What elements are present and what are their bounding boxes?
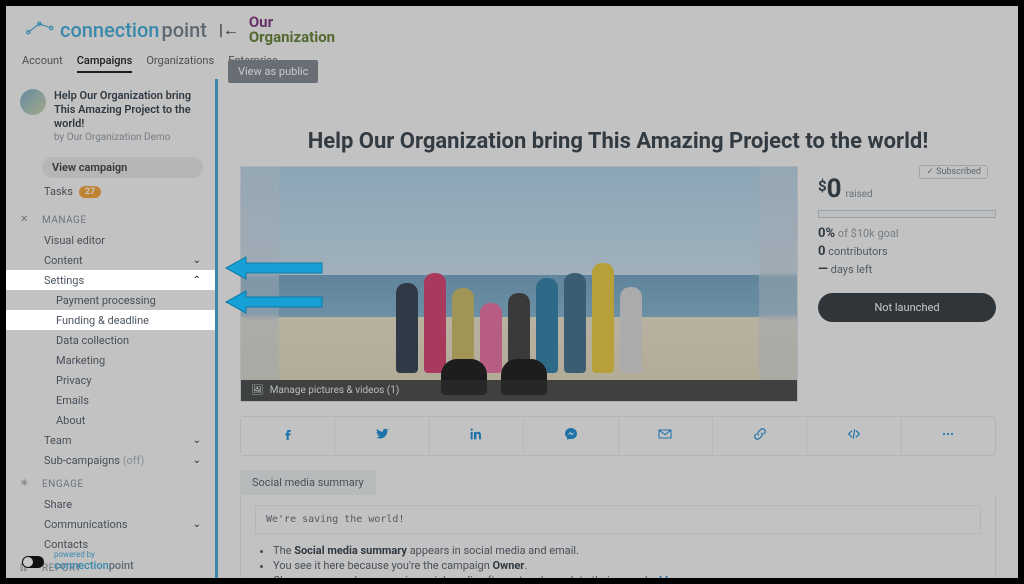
- share-embed[interactable]: [807, 417, 901, 455]
- campaign-by: by Our Organization Demo: [54, 132, 201, 143]
- campaign-thumbnail: [20, 89, 46, 115]
- share-twitter[interactable]: [335, 417, 429, 455]
- sidebar-item-team[interactable]: Team⌄: [6, 430, 215, 450]
- sidebar-item-settings[interactable]: Settings⌃: [6, 270, 215, 290]
- sidebar-item-privacy[interactable]: Privacy: [6, 370, 215, 390]
- brand-logo[interactable]: connectionpoint: [14, 14, 217, 46]
- progress-bar: [818, 210, 996, 218]
- launch-status-button[interactable]: Not launched: [818, 293, 996, 322]
- tasks-count-badge: 27: [79, 186, 101, 198]
- main-content: Help Our Organization bring This Amazing…: [218, 79, 1018, 578]
- campaign-stats: $0raised 0% of $10k goal 0 contributors …: [818, 166, 996, 402]
- sidebar-item-content[interactable]: Content⌄: [6, 250, 215, 270]
- sidebar-item-visual-editor[interactable]: Visual editor: [6, 230, 215, 250]
- sidebar-item-marketing[interactable]: Marketing: [6, 350, 215, 370]
- share-section-icon: ✳: [20, 478, 32, 490]
- sidebar-item-funding-deadline[interactable]: Funding & deadline: [6, 310, 215, 330]
- brand-part2: point: [161, 18, 206, 42]
- sidebar-item-share[interactable]: Share: [6, 494, 215, 514]
- sidebar-item-sub-campaigns[interactable]: Sub-campaigns (off)⌄: [6, 450, 215, 470]
- share-email[interactable]: [619, 417, 713, 455]
- section-manage: ✕ MANAGE: [6, 206, 215, 230]
- annotation-arrow-settings: [224, 254, 324, 282]
- share-bar: [240, 416, 996, 456]
- image-icon: 🖼: [251, 385, 264, 396]
- share-facebook[interactable]: [241, 417, 335, 455]
- theme-toggle[interactable]: [22, 556, 44, 568]
- brand-part1: connection: [60, 18, 159, 42]
- chevron-down-icon: ⌄: [193, 255, 201, 266]
- share-link[interactable]: [713, 417, 807, 455]
- section-engage: ✳ ENGAGE: [6, 470, 215, 494]
- share-more[interactable]: [902, 417, 995, 455]
- collapse-sidebar-button[interactable]: |←: [219, 20, 239, 40]
- nav-account[interactable]: Account: [22, 54, 63, 73]
- chevron-down-icon: ⌄: [193, 519, 201, 530]
- social-summary-tab[interactable]: Social media summary: [240, 470, 376, 495]
- social-summary-text[interactable]: We're saving the world!: [255, 505, 981, 534]
- annotation-arrow-funding: [224, 288, 324, 316]
- sidebar-item-emails[interactable]: Emails: [6, 390, 215, 410]
- nav-campaigns[interactable]: Campaigns: [77, 54, 133, 73]
- share-messenger[interactable]: [524, 417, 618, 455]
- social-summary-body: We're saving the world! The Social media…: [240, 495, 996, 578]
- sidebar-item-communications[interactable]: Communications⌄: [6, 514, 215, 534]
- tools-icon: ✕: [20, 214, 32, 226]
- sidebar: Help Our Organization bring This Amazing…: [6, 79, 218, 578]
- hero-media[interactable]: 🖼 Manage pictures & videos (1): [240, 166, 798, 402]
- tasks-label: Tasks: [44, 185, 73, 198]
- view-campaign-button[interactable]: View campaign: [42, 157, 203, 178]
- logo-icon: [24, 19, 58, 37]
- nav-organizations[interactable]: Organizations: [146, 54, 214, 73]
- primary-nav: Account Campaigns Organizations Enterpri…: [6, 54, 1018, 79]
- sidebar-item-tasks[interactable]: Tasks 27: [6, 182, 215, 206]
- page-title: Help Our Organization bring This Amazing…: [240, 129, 996, 154]
- manage-media-button[interactable]: 🖼 Manage pictures & videos (1): [241, 380, 797, 401]
- social-summary-more-link[interactable]: More: [659, 574, 684, 578]
- chevron-up-icon: ⌃: [193, 275, 201, 286]
- org-title: Our Organization: [249, 15, 335, 45]
- share-linkedin[interactable]: [430, 417, 524, 455]
- chevron-down-icon: ⌄: [193, 435, 201, 446]
- subscribed-badge[interactable]: ✓ Subscribed: [919, 165, 988, 179]
- powered-by-label: powered by: [54, 551, 134, 559]
- campaign-title[interactable]: Help Our Organization bring This Amazing…: [54, 89, 201, 130]
- sidebar-item-payment-processing[interactable]: Payment processing: [6, 290, 215, 310]
- chevron-down-icon: ⌄: [193, 455, 201, 466]
- sidebar-item-about[interactable]: About: [6, 410, 215, 430]
- sidebar-item-data-collection[interactable]: Data collection: [6, 330, 215, 350]
